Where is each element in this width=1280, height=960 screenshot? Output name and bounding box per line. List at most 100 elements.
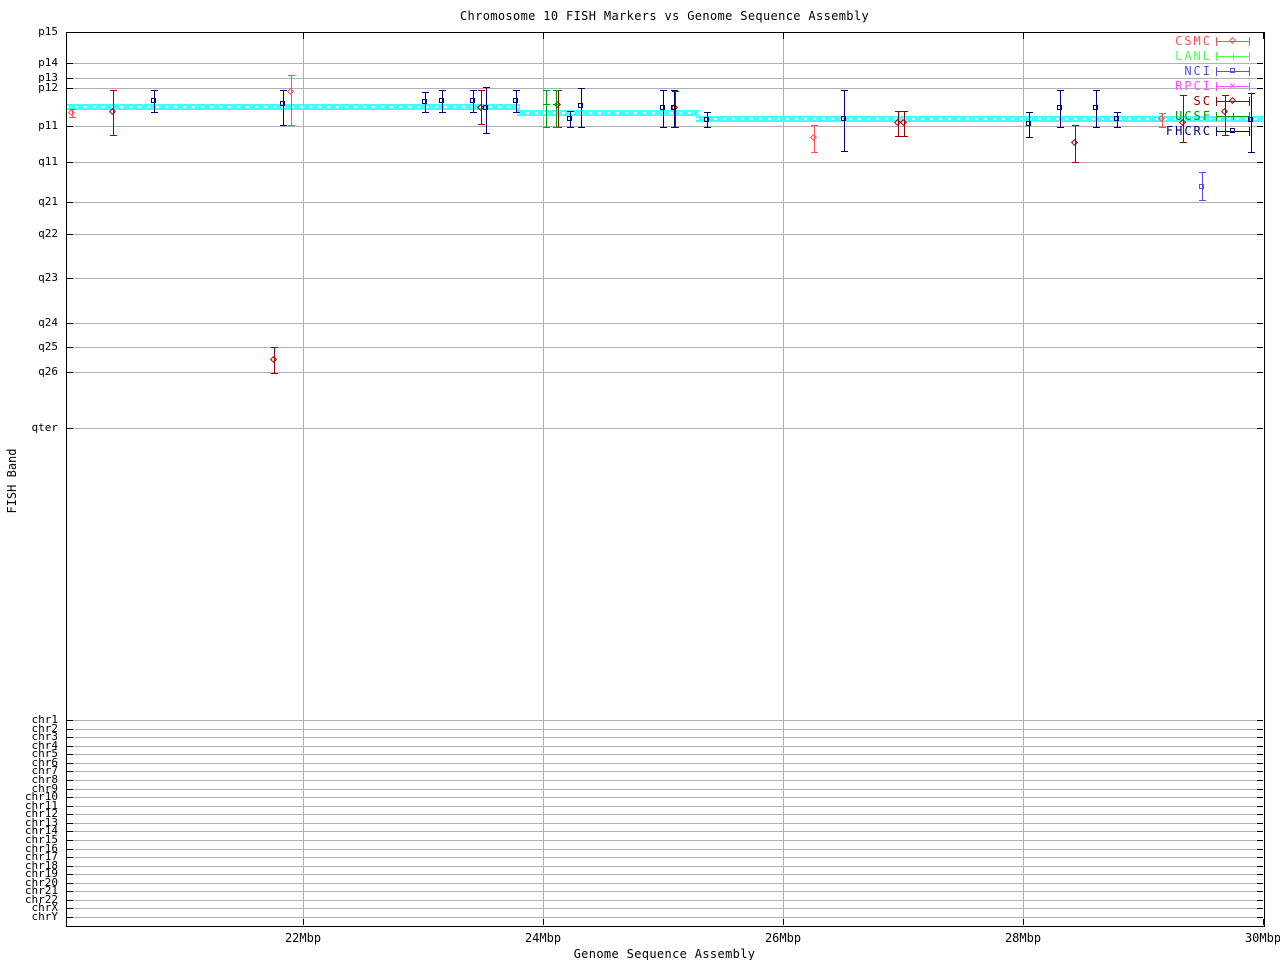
- error-bar-cap: [1222, 135, 1229, 136]
- y-tick-label: q11: [38, 155, 58, 168]
- axis-tick: [67, 202, 73, 203]
- plot-area-border: [66, 32, 1265, 927]
- error-bar-cap: [671, 127, 678, 128]
- fish-marker-chart: Chromosome 10 FISH Markers vs Genome Seq…: [0, 0, 1280, 960]
- error-bar-cap: [151, 112, 158, 113]
- legend-glyph-cap: [1249, 52, 1250, 61]
- axis-tick: [67, 806, 73, 807]
- axis-tick: [67, 372, 73, 373]
- axis-tick: [67, 234, 73, 235]
- error-bar-cap: [543, 127, 550, 128]
- axis-tick: [1257, 814, 1263, 815]
- axis-tick: [1257, 754, 1263, 755]
- marker-square: [1093, 105, 1098, 110]
- error-bar-cap: [422, 112, 429, 113]
- legend-label: CSMC: [1175, 34, 1212, 48]
- legend-glyph-cap: [1249, 97, 1250, 106]
- axis-tick: [67, 88, 73, 89]
- axis-tick: [67, 746, 73, 747]
- axis-tick: [1257, 729, 1263, 730]
- axis-tick: [1257, 857, 1263, 858]
- error-bar-line: [291, 75, 292, 125]
- marker-x: ×: [1229, 79, 1236, 92]
- axis-tick: [67, 789, 73, 790]
- error-bar-cap: [1180, 142, 1187, 143]
- error-bar-cap: [543, 90, 550, 91]
- axis-tick: [67, 849, 73, 850]
- legend-glyph-cap: [1216, 52, 1217, 61]
- axis-tick: [67, 428, 73, 429]
- error-bar-cap: [280, 90, 287, 91]
- error-bar-cap: [271, 347, 278, 348]
- error-bar-cap: [1026, 112, 1033, 113]
- legend-glyph-cap: [1249, 112, 1250, 121]
- axis-tick: [1257, 874, 1263, 875]
- error-bar-cap: [1199, 172, 1206, 173]
- axis-tick: [1263, 919, 1264, 925]
- legend-label: RPCI: [1175, 79, 1212, 93]
- axis-tick: [303, 919, 304, 925]
- marker-tick: [553, 104, 560, 105]
- axis-tick: [1257, 883, 1263, 884]
- legend-label: UCSF: [1175, 109, 1212, 123]
- x-tick-label: 26Mbp: [764, 931, 802, 945]
- axis-tick: [1257, 806, 1263, 807]
- axis-tick: [1257, 234, 1263, 235]
- axis-tick: [1257, 347, 1263, 348]
- axis-tick: [67, 917, 73, 918]
- axis-tick: [67, 754, 73, 755]
- error-bar-cap: [704, 127, 711, 128]
- axis-tick: [1257, 88, 1263, 89]
- error-bar-cap: [280, 125, 287, 126]
- error-bar-cap: [567, 127, 574, 128]
- axis-tick: [1257, 763, 1263, 764]
- axis-tick: [67, 883, 73, 884]
- y-tick-label: q21: [38, 195, 58, 208]
- error-bar-cap: [1199, 200, 1206, 201]
- error-bar-cap: [578, 127, 585, 128]
- error-bar-cap: [704, 112, 711, 113]
- axis-tick: [1257, 823, 1263, 824]
- marker-square: [1057, 105, 1062, 110]
- error-bar-line: [1251, 93, 1252, 152]
- axis-tick: [67, 874, 73, 875]
- axis-tick: [1257, 840, 1263, 841]
- error-bar-line: [556, 90, 557, 127]
- axis-tick: [1257, 780, 1263, 781]
- y-tick-label: q22: [38, 227, 58, 240]
- error-bar-cap: [660, 90, 667, 91]
- error-bar-cap: [69, 117, 76, 118]
- marker-square: [280, 101, 285, 106]
- marker-square: [841, 116, 846, 121]
- legend-label: LANL: [1175, 49, 1212, 63]
- axis-tick: [67, 900, 73, 901]
- axis-tick: [67, 763, 73, 764]
- error-bar-cap: [1026, 137, 1033, 138]
- error-bar-cap: [470, 90, 477, 91]
- error-bar-cap: [901, 136, 908, 137]
- error-bar-cap: [901, 111, 908, 112]
- axis-tick: [1257, 891, 1263, 892]
- error-bar-cap: [841, 90, 848, 91]
- axis-tick: [67, 32, 73, 33]
- axis-tick: [67, 840, 73, 841]
- error-bar-cap: [483, 87, 490, 88]
- y-tick-label: q26: [38, 365, 58, 378]
- marker-square: [578, 103, 583, 108]
- axis-tick: [1257, 831, 1263, 832]
- y-axis-title: FISH Band: [5, 448, 19, 514]
- error-bar-cap: [841, 151, 848, 152]
- axis-tick: [1257, 789, 1263, 790]
- error-bar-cap: [660, 127, 667, 128]
- error-bar-cap: [811, 125, 818, 126]
- error-bar-cap: [1248, 152, 1255, 153]
- axis-tick: [783, 33, 784, 39]
- x-axis-title: Genome Sequence Assembly: [573, 947, 756, 960]
- marker-square: [1230, 128, 1235, 133]
- axis-tick: [67, 720, 73, 721]
- marker-square: [1026, 121, 1031, 126]
- axis-tick: [543, 33, 544, 39]
- error-bar-line: [546, 90, 547, 127]
- legend-glyph-cap: [1216, 112, 1217, 121]
- axis-tick: [783, 919, 784, 925]
